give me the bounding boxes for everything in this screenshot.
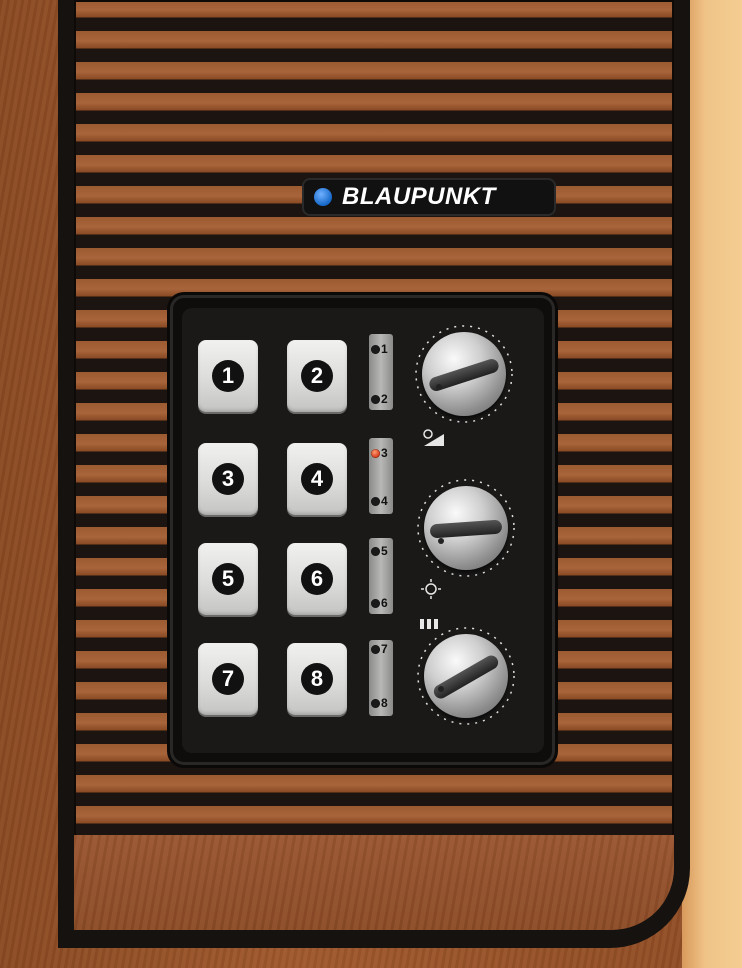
indicator-label: 7 bbox=[381, 642, 388, 656]
knob-cap[interactable] bbox=[422, 332, 506, 416]
channel-indicator-5: 5 bbox=[371, 544, 397, 558]
channel-button-label: 5 bbox=[212, 563, 244, 595]
channel-button-6[interactable]: 6 bbox=[287, 543, 347, 615]
cabinet-side-panel bbox=[682, 0, 742, 968]
indicator-strip: 5 6 bbox=[369, 538, 393, 614]
indicator-label: 3 bbox=[381, 446, 388, 460]
channel-button-8[interactable]: 8 bbox=[287, 643, 347, 715]
channel-button-label: 3 bbox=[212, 463, 244, 495]
channel-indicator-4: 4 bbox=[371, 494, 397, 508]
indicator-led bbox=[371, 344, 380, 354]
indicator-strip: 3 4 bbox=[369, 438, 393, 514]
channel-indicator-8: 8 bbox=[371, 696, 397, 710]
indicator-label: 5 bbox=[381, 544, 388, 558]
channel-button-4[interactable]: 4 bbox=[287, 443, 347, 515]
channel-indicator-6: 6 bbox=[371, 596, 397, 610]
channel-button-5[interactable]: 5 bbox=[198, 543, 258, 615]
channel-button-1[interactable]: 1 bbox=[198, 340, 258, 412]
indicator-strip: 7 8 bbox=[369, 640, 393, 716]
sun-icon bbox=[420, 578, 442, 605]
indicator-led bbox=[371, 598, 380, 608]
channel-indicator-7: 7 bbox=[371, 642, 397, 656]
channel-button-3[interactable]: 3 bbox=[198, 443, 258, 515]
channel-button-2[interactable]: 2 bbox=[287, 340, 347, 412]
brand-name: BLAUPUNKT bbox=[342, 183, 496, 210]
indicator-label: 1 bbox=[381, 342, 388, 356]
brand-dot-icon bbox=[314, 188, 332, 206]
power-volume-icon bbox=[422, 428, 448, 453]
indicator-led bbox=[371, 496, 380, 506]
volume-knob[interactable] bbox=[412, 322, 516, 426]
indicator-led bbox=[371, 394, 380, 404]
indicator-strip: 1 2 bbox=[369, 334, 393, 410]
indicator-label: 2 bbox=[381, 392, 388, 406]
indicator-led-active bbox=[371, 448, 380, 458]
color-knob[interactable] bbox=[414, 624, 518, 728]
channel-button-label: 4 bbox=[301, 463, 333, 495]
knob-cap[interactable] bbox=[424, 486, 508, 570]
indicator-led bbox=[371, 698, 380, 708]
channel-button-label: 2 bbox=[301, 360, 333, 392]
channel-indicator-1: 1 bbox=[371, 342, 397, 356]
channel-button-label: 6 bbox=[301, 563, 333, 595]
brand-badge: BLAUPUNKT bbox=[304, 180, 554, 214]
indicator-led bbox=[371, 644, 380, 654]
channel-button-label: 8 bbox=[301, 663, 333, 695]
indicator-led bbox=[371, 546, 380, 556]
indicator-label: 8 bbox=[381, 696, 388, 710]
knob-cap[interactable] bbox=[424, 634, 508, 718]
indicator-label: 6 bbox=[381, 596, 388, 610]
indicator-label: 4 bbox=[381, 494, 388, 508]
channel-button-label: 1 bbox=[212, 360, 244, 392]
channel-button-label: 7 bbox=[212, 663, 244, 695]
channel-button-7[interactable]: 7 bbox=[198, 643, 258, 715]
channel-indicator-3: 3 bbox=[371, 446, 397, 460]
grille-bottom-panel bbox=[74, 835, 674, 930]
brightness-knob[interactable] bbox=[414, 476, 518, 580]
channel-indicator-2: 2 bbox=[371, 392, 397, 406]
